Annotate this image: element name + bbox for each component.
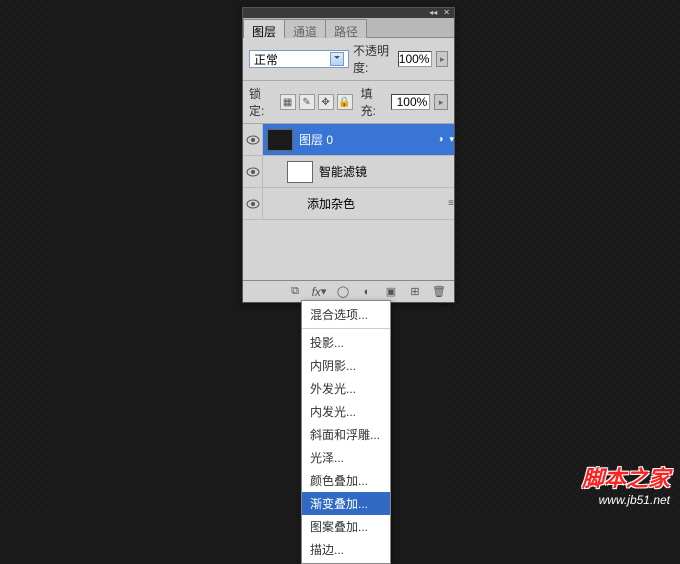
menu-item-blending-options[interactable]: 混合选项... [302, 303, 390, 326]
layer-thumbnail[interactable] [267, 129, 293, 151]
layer-name[interactable]: 智能滤镜 [319, 163, 454, 180]
visibility-toggle[interactable] [243, 188, 263, 219]
menu-item-satin[interactable]: 光泽... [302, 446, 390, 469]
menu-item-inner-shadow[interactable]: 内阴影... [302, 354, 390, 377]
watermark-title: 脚本之家 [582, 461, 670, 493]
layer-body[interactable]: 智能滤镜 [263, 156, 454, 187]
filter-mask-thumbnail[interactable] [287, 161, 313, 183]
expand-icon[interactable]: ▾ [449, 134, 454, 145]
lock-transparency-icon[interactable]: ▦ [280, 94, 296, 110]
panel-footer: ⧉ fx▾ ◯ ◐ ▣ ⊞ 🗑 [243, 280, 454, 302]
tab-channels[interactable]: 通道 [284, 19, 326, 38]
delete-layer-icon[interactable]: 🗑 [430, 284, 448, 300]
layer-row[interactable]: 图层 0 ◑ ▾ [243, 124, 454, 156]
fill-slider-button[interactable] [434, 94, 448, 110]
smart-object-icon: ◑ [437, 134, 443, 145]
layer-name[interactable]: 添加杂色 [307, 195, 442, 212]
menu-item-pattern-overlay[interactable]: 图案叠加... [302, 515, 390, 538]
menu-item-drop-shadow[interactable]: 投影... [302, 331, 390, 354]
adjustment-layer-icon[interactable]: ◐ [358, 284, 376, 300]
layer-row[interactable]: 添加杂色 ≡ [243, 188, 454, 220]
visibility-toggle[interactable] [243, 156, 263, 187]
panel-close-icon[interactable]: ✕ [443, 9, 450, 17]
blend-row: 正常 不透明度: 100% [243, 38, 454, 81]
layer-style-fx-icon[interactable]: fx▾ [310, 284, 328, 300]
lock-icons: ▦ ✎ ✥ 🔒 [280, 94, 353, 110]
menu-item-outer-glow[interactable]: 外发光... [302, 377, 390, 400]
tab-paths[interactable]: 路径 [325, 19, 367, 38]
opacity-slider-button[interactable] [436, 51, 448, 67]
chevron-down-icon [330, 52, 344, 66]
blend-mode-value: 正常 [254, 51, 278, 68]
visibility-toggle[interactable] [243, 124, 263, 155]
layer-body[interactable]: 图层 0 ◑ ▾ [263, 124, 454, 155]
layer-row[interactable]: 智能滤镜 [243, 156, 454, 188]
lock-pixels-icon[interactable]: ✎ [299, 94, 315, 110]
watermark-url: www.jb51.net [582, 493, 670, 507]
opacity-input[interactable]: 100% [398, 51, 433, 67]
menu-separator [302, 328, 390, 329]
new-group-icon[interactable]: ▣ [382, 284, 400, 300]
panel-collapse-icon[interactable]: ◂◂ [429, 9, 437, 17]
layer-style-menu: 混合选项... 投影... 内阴影... 外发光... 内发光... 斜面和浮雕… [301, 300, 391, 564]
layer-name[interactable]: 图层 0 [299, 131, 431, 148]
menu-item-gradient-overlay[interactable]: 渐变叠加... [302, 492, 390, 515]
lock-all-icon[interactable]: 🔒 [337, 94, 353, 110]
lock-label: 锁定: [249, 85, 276, 119]
fill-input[interactable]: 100% [391, 94, 430, 110]
menu-item-inner-glow[interactable]: 内发光... [302, 400, 390, 423]
menu-item-color-overlay[interactable]: 颜色叠加... [302, 469, 390, 492]
filter-edit-icon[interactable]: ≡ [448, 198, 454, 209]
new-layer-icon[interactable]: ⊞ [406, 284, 424, 300]
opacity-label: 不透明度: [353, 42, 394, 76]
blend-mode-select[interactable]: 正常 [249, 50, 349, 68]
lock-row: 锁定: ▦ ✎ ✥ 🔒 填充: 100% [243, 81, 454, 124]
lock-position-icon[interactable]: ✥ [318, 94, 334, 110]
tab-layers[interactable]: 图层 [243, 19, 285, 38]
fill-label: 填充: [361, 85, 388, 119]
panel-tabs: 图层 通道 路径 [243, 18, 454, 38]
panel-titlebar[interactable]: ◂◂ ✕ [243, 8, 454, 18]
menu-item-bevel-emboss[interactable]: 斜面和浮雕... [302, 423, 390, 446]
layer-body[interactable]: 添加杂色 ≡ [263, 188, 454, 219]
layer-mask-icon[interactable]: ◯ [334, 284, 352, 300]
link-layers-icon[interactable]: ⧉ [286, 284, 304, 300]
menu-item-stroke[interactable]: 描边... [302, 538, 390, 561]
watermark: 脚本之家 www.jb51.net [582, 461, 670, 507]
layers-list: 图层 0 ◑ ▾ 智能滤镜 添加杂色 ≡ [243, 124, 454, 294]
layers-panel: ◂◂ ✕ 图层 通道 路径 正常 不透明度: 100% 锁定: ▦ ✎ ✥ 🔒 … [242, 7, 455, 303]
